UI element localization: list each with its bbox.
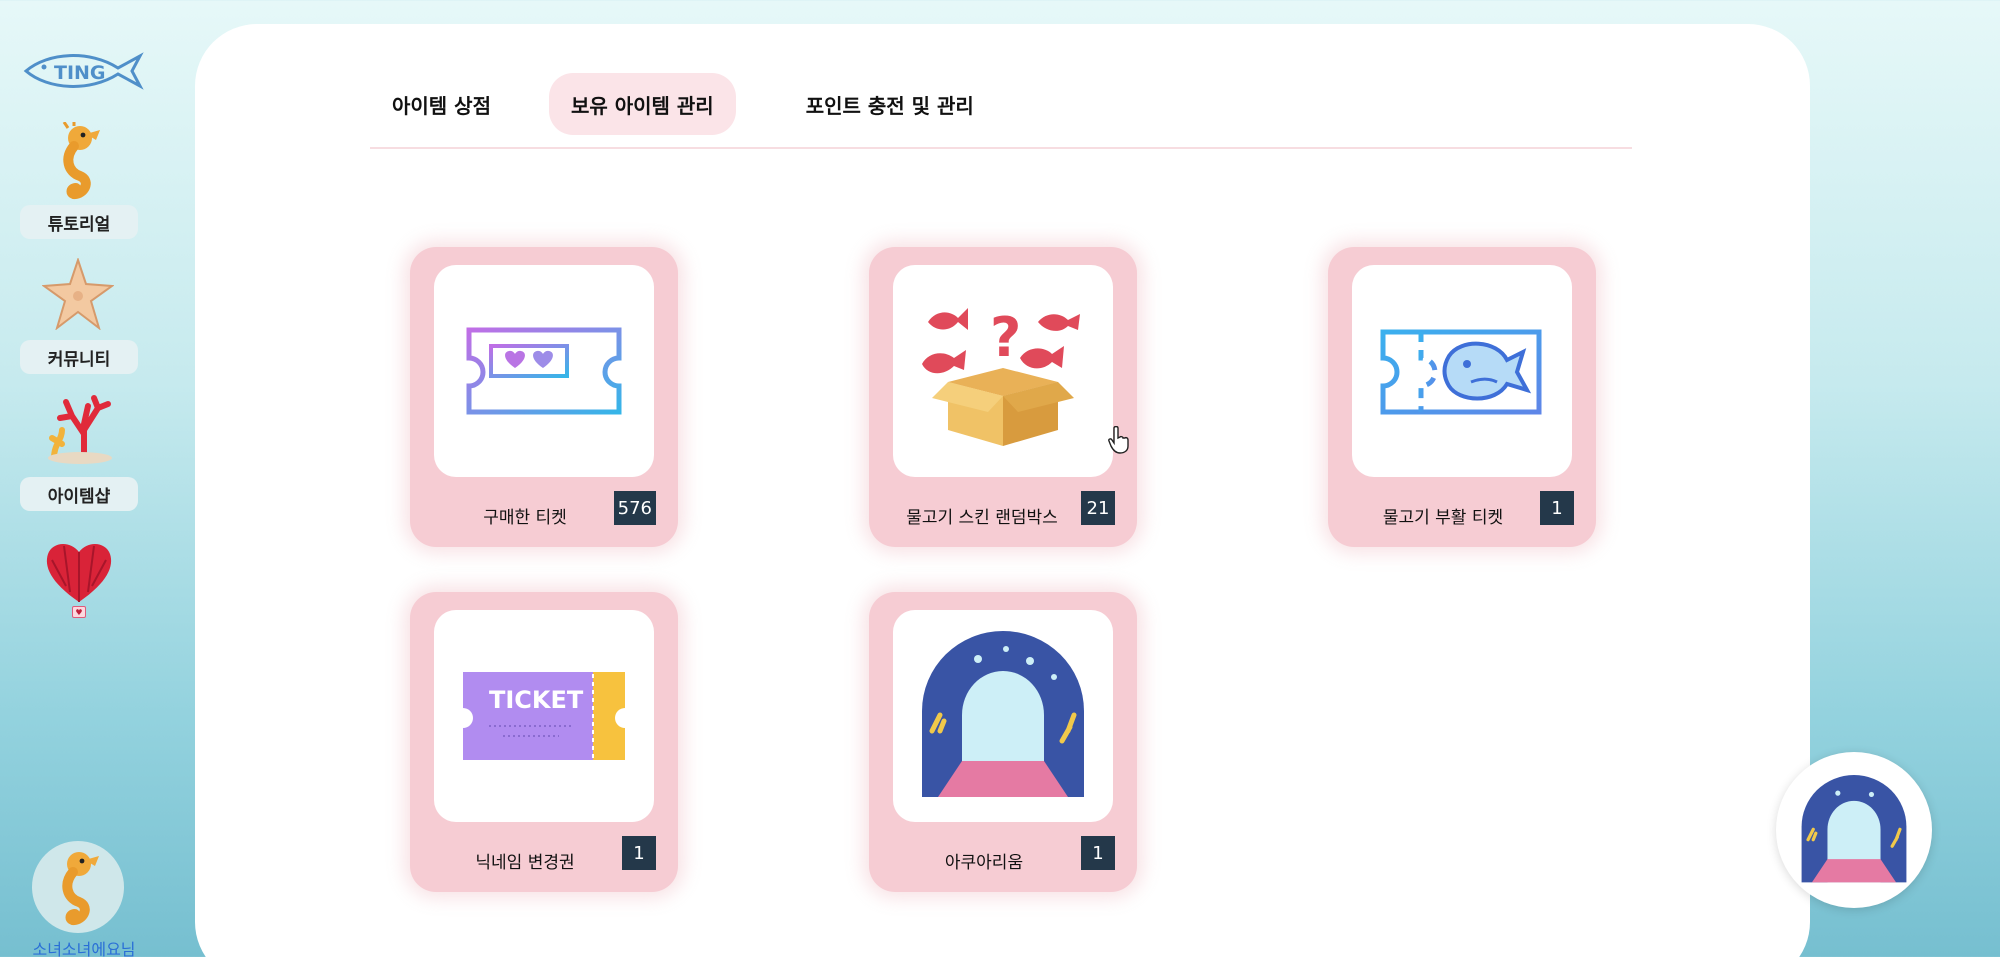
item-count-badge: 576: [613, 491, 656, 525]
tab-points[interactable]: 포인트 충전 및 관리: [784, 73, 996, 135]
fish-random-box-icon: ?: [922, 306, 1080, 446]
profile-name[interactable]: 소녀소녀에요님: [14, 936, 154, 957]
sidebar-item-tutorial[interactable]: 튜토리얼: [20, 205, 138, 239]
aquarium-icon: [922, 631, 1084, 797]
item-count-badge: 21: [1081, 491, 1115, 525]
fish-ticket-icon: [1380, 329, 1542, 415]
tab-owned-items[interactable]: 보유 아이템 관리: [548, 73, 736, 135]
item-card-fish-random-box[interactable]: ? 물고기 스킨 랜덤박스 21: [869, 247, 1137, 547]
item-count-badge: 1: [1081, 836, 1115, 870]
sidebar-item-community[interactable]: 커뮤니티: [20, 340, 138, 374]
ticket-icon: TICKET: [463, 672, 625, 760]
hand-cursor-icon: [1108, 426, 1129, 454]
ting-logo[interactable]: TING: [20, 46, 146, 96]
tab-item-shop[interactable]: 아이템 상점: [370, 73, 513, 135]
item-name: 닉네임 변경권: [475, 853, 575, 873]
tab-divider: [370, 147, 1632, 149]
seahorse-icon[interactable]: [56, 122, 102, 200]
seahorse-icon: [62, 852, 99, 926]
item-count-badge: 1: [1540, 491, 1574, 525]
coral-icon[interactable]: [44, 394, 116, 464]
item-name: 물고기 부활 티켓: [1382, 508, 1504, 528]
aquarium-icon: [1801, 775, 1907, 883]
svg-text:TING: TING: [54, 62, 106, 84]
svg-text:TICKET: TICKET: [489, 686, 584, 714]
item-name: 구매한 티켓: [483, 508, 567, 528]
sidebar-item-itemshop[interactable]: 아이템샵: [20, 477, 138, 511]
item-card-fish-revival-ticket[interactable]: 물고기 부활 티켓 1: [1328, 247, 1596, 547]
item-name: 아쿠아리움: [944, 853, 1024, 873]
starfish-icon[interactable]: [42, 258, 114, 330]
item-card-aquarium[interactable]: 아쿠아리움 1: [869, 592, 1137, 892]
item-card-purchased-ticket[interactable]: 구매한 티켓 576: [410, 247, 678, 547]
heart-ticket-icon: [466, 327, 622, 415]
item-name: 물고기 스킨 랜덤박스: [906, 508, 1058, 528]
heart-lantern-icon[interactable]: [42, 536, 116, 606]
svg-text:?: ?: [990, 306, 1021, 369]
heart-badge[interactable]: ♥: [72, 606, 86, 618]
tab-bar: 아이템 상점 보유 아이템 관리 포인트 충전 및 관리: [370, 72, 996, 136]
avatar[interactable]: [32, 841, 124, 933]
item-count-badge: 1: [622, 836, 656, 870]
aquarium-float-button[interactable]: [1776, 752, 1932, 908]
item-card-nickname-change[interactable]: TICKET 닉네임 변경권 1: [410, 592, 678, 892]
sidebar: TING 튜토리얼 커뮤니티 아이템샵 ♥ 소녀소녀에요님: [0, 0, 190, 957]
